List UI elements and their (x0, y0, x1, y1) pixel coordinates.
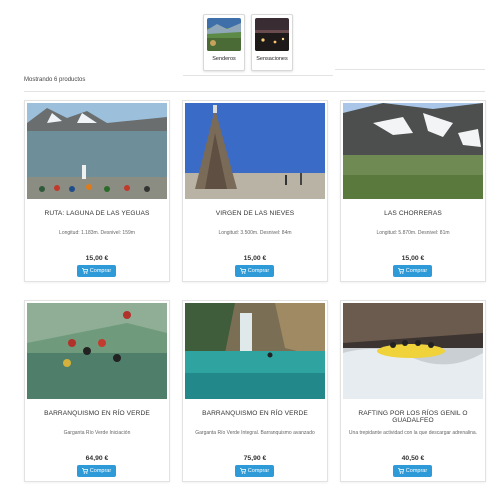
buy-button[interactable]: Comprar (77, 265, 116, 277)
product-title[interactable]: RUTA: LAGUNA DE LAS YEGUAS (29, 210, 165, 217)
product-image[interactable] (27, 303, 167, 399)
product-price: 15,00 € (401, 255, 425, 262)
product-description: Longitud: 3.500m. Desnivel: 84m (218, 230, 292, 236)
product-card[interactable]: BARRANQUISMO EN RÍO VERDE Garganta Río V… (24, 300, 170, 482)
product-image[interactable] (27, 103, 167, 199)
buy-button[interactable]: Comprar (235, 465, 274, 477)
buy-button-label: Comprar (89, 268, 112, 274)
product-description: Garganta Río Verde Iniciación (63, 430, 131, 436)
cart-icon (239, 468, 246, 474)
product-price: 64,90 € (85, 455, 109, 462)
buy-button-label: Comprar (405, 468, 428, 474)
category-sensaciones-image (255, 18, 289, 51)
product-title[interactable]: BARRANQUISMO EN RÍO VERDE (187, 410, 323, 417)
product-image[interactable] (343, 103, 483, 199)
category-senderos-label: Senderos (212, 56, 236, 62)
product-card[interactable]: RUTA: LAGUNA DE LAS YEGUAS Longitud: 1.1… (24, 100, 170, 282)
buy-button-label: Comprar (247, 268, 270, 274)
cart-icon (397, 268, 404, 274)
cart-icon (81, 468, 88, 474)
buy-button[interactable]: Comprar (393, 465, 432, 477)
product-description: Una trepidante actividad con la que desc… (348, 430, 478, 436)
category-senderos[interactable]: Senderos (203, 14, 245, 71)
product-price: 75,90 € (243, 455, 267, 462)
product-image[interactable] (343, 303, 483, 399)
buy-button-label: Comprar (405, 268, 428, 274)
product-image[interactable] (185, 303, 325, 399)
product-card[interactable]: LAS CHORRERAS Longitud: 5.870m. Desnivel… (340, 100, 486, 282)
product-description: Longitud: 1.183m. Desnivel: 159m (59, 230, 135, 236)
category-sensaciones-label: Sensaciones (256, 56, 288, 62)
category-divider-left (183, 75, 333, 76)
product-title[interactable]: VIRGEN DE LAS NIEVES (187, 210, 323, 217)
cart-icon (239, 268, 246, 274)
product-price: 15,00 € (85, 255, 109, 262)
buy-button[interactable]: Comprar (393, 265, 432, 277)
product-price: 15,00 € (243, 255, 267, 262)
category-divider-right (335, 69, 485, 70)
result-count: Mostrando 6 productos (24, 77, 86, 83)
product-title[interactable]: RAFTING POR LOS RÍOS GENIL O GUADALFEO (345, 410, 481, 424)
category-senderos-image (207, 18, 241, 51)
product-card[interactable]: BARRANQUISMO EN RÍO VERDE Garganta Río V… (182, 300, 328, 482)
category-sensaciones[interactable]: Sensaciones (251, 14, 293, 71)
product-description: Longitud: 5.870m. Desnivel: 81m (376, 230, 450, 236)
product-card[interactable]: VIRGEN DE LAS NIEVES Longitud: 3.500m. D… (182, 100, 328, 282)
product-title[interactable]: LAS CHORRERAS (345, 210, 481, 217)
buy-button[interactable]: Comprar (235, 265, 274, 277)
product-price: 40,50 € (401, 455, 425, 462)
product-title[interactable]: BARRANQUISMO EN RÍO VERDE (29, 410, 165, 417)
results-divider (24, 91, 485, 92)
product-card[interactable]: RAFTING POR LOS RÍOS GENIL O GUADALFEO U… (340, 300, 486, 482)
cart-icon (81, 268, 88, 274)
buy-button-label: Comprar (89, 468, 112, 474)
product-description: Garganta Río Verde Integral. Barranquism… (195, 430, 315, 436)
product-image[interactable] (185, 103, 325, 199)
buy-button-label: Comprar (247, 468, 270, 474)
cart-icon (397, 468, 404, 474)
buy-button[interactable]: Comprar (77, 465, 116, 477)
